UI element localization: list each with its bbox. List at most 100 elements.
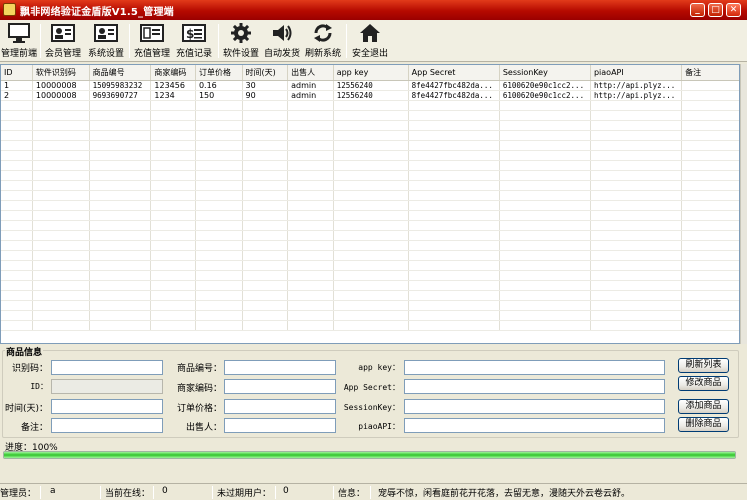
table-cell bbox=[590, 190, 683, 201]
table-cell bbox=[499, 250, 591, 261]
product-grid[interactable]: ID 软件识别码 商品编号 商家编码 订单价格 时间(天) 出售人 app ke… bbox=[0, 64, 740, 344]
toolbar-member-management-button[interactable]: 会员管理 bbox=[43, 22, 83, 60]
table-cell bbox=[499, 210, 591, 221]
table-cell: 10000008 bbox=[32, 80, 90, 91]
progress-fill bbox=[4, 452, 735, 458]
table-cell bbox=[150, 200, 196, 211]
column-header-note[interactable]: 备注 bbox=[681, 65, 739, 81]
table-cell bbox=[1, 320, 33, 331]
table-cell bbox=[408, 100, 500, 111]
table-empty-row bbox=[1, 200, 739, 211]
table-cell bbox=[681, 110, 739, 121]
table-cell bbox=[499, 240, 591, 251]
code-input[interactable] bbox=[51, 360, 163, 375]
table-cell: 150 bbox=[195, 90, 243, 101]
minimize-button[interactable]: _ bbox=[690, 3, 705, 17]
table-cell bbox=[195, 160, 243, 171]
table-cell bbox=[89, 260, 152, 271]
table-cell: admin bbox=[287, 90, 334, 101]
piao-api-input[interactable] bbox=[404, 418, 665, 433]
table-cell bbox=[590, 170, 683, 181]
table-cell bbox=[408, 110, 500, 121]
maximize-button[interactable]: □ bbox=[708, 3, 723, 17]
days-input[interactable] bbox=[51, 399, 163, 414]
table-cell bbox=[89, 320, 152, 331]
table-cell bbox=[287, 190, 334, 201]
table-empty-row bbox=[1, 120, 739, 131]
unexpired-value: 0 bbox=[283, 486, 289, 496]
price-input[interactable] bbox=[224, 399, 336, 414]
toolbar-recharge-management-button[interactable]: 充值管理 bbox=[132, 22, 172, 60]
column-header-merchant-code[interactable]: 商家编码 bbox=[150, 65, 196, 81]
column-header-software-code[interactable]: 软件识别码 bbox=[32, 65, 90, 81]
grid-vertical-scrollbar[interactable] bbox=[740, 64, 747, 344]
title-bar: 飘非网络验证金盾版V1.5_管理端 _ □ ✕ bbox=[0, 0, 747, 20]
table-cell bbox=[195, 290, 243, 301]
note-input[interactable] bbox=[51, 418, 163, 433]
table-empty-row bbox=[1, 130, 739, 141]
toolbar-auto-delivery-button[interactable]: 自动发货 bbox=[262, 22, 302, 60]
table-empty-row bbox=[1, 220, 739, 231]
table-cell bbox=[287, 290, 334, 301]
table-cell bbox=[150, 260, 196, 271]
table-empty-row bbox=[1, 290, 739, 301]
table-cell bbox=[681, 260, 739, 271]
delete-product-button[interactable]: 删除商品 bbox=[678, 417, 729, 432]
column-header-seller[interactable]: 出售人 bbox=[287, 65, 334, 81]
table-cell bbox=[408, 210, 500, 221]
column-header-session-key[interactable]: SessionKey bbox=[499, 65, 591, 81]
table-cell: 1 bbox=[1, 80, 33, 91]
table-cell bbox=[89, 120, 152, 131]
table-cell bbox=[287, 200, 334, 211]
column-header-product-no[interactable]: 商品编号 bbox=[89, 65, 152, 81]
table-cell bbox=[89, 230, 152, 241]
table-cell bbox=[89, 110, 152, 121]
merchant-code-input[interactable] bbox=[224, 379, 336, 394]
table-cell bbox=[89, 140, 152, 151]
refresh-list-button[interactable]: 刷新列表 bbox=[678, 358, 729, 373]
column-header-app-key[interactable]: app key bbox=[333, 65, 409, 81]
table-cell bbox=[333, 240, 409, 251]
table-cell bbox=[408, 140, 500, 151]
session-key-input[interactable] bbox=[404, 399, 665, 414]
table-cell bbox=[242, 190, 289, 201]
edit-product-button[interactable]: 修改商品 bbox=[678, 376, 729, 391]
table-cell bbox=[287, 220, 334, 231]
app-secret-input[interactable] bbox=[404, 379, 665, 394]
toolbar-refresh-system-button[interactable]: 刷新系统 bbox=[303, 22, 343, 60]
close-button[interactable]: ✕ bbox=[726, 3, 741, 17]
table-cell bbox=[195, 300, 243, 311]
table-cell bbox=[499, 280, 591, 291]
column-header-days[interactable]: 时间(天) bbox=[242, 65, 289, 81]
table-row[interactable]: 1 10000008 15095983232 123456 0.16 30 admin 125… bbox=[1, 80, 739, 91]
table-cell bbox=[333, 310, 409, 321]
table-cell bbox=[195, 170, 243, 181]
table-cell bbox=[590, 230, 683, 241]
app-key-input[interactable] bbox=[404, 360, 665, 375]
table-row[interactable]: 2 10000008 9693690727 1234 150 90 admin 1255624… bbox=[1, 90, 739, 101]
toolbar-management-frontend-button[interactable]: 管理前端 bbox=[0, 22, 38, 60]
add-product-button[interactable]: 添加商品 bbox=[678, 399, 729, 414]
table-cell bbox=[333, 120, 409, 131]
table-cell bbox=[333, 230, 409, 241]
table-cell bbox=[408, 160, 500, 171]
table-cell bbox=[1, 240, 33, 251]
table-cell bbox=[590, 210, 683, 221]
toolbar-recharge-records-button[interactable]: $ 充值记录 bbox=[174, 22, 214, 60]
table-cell bbox=[242, 100, 289, 111]
table-cell bbox=[32, 120, 90, 131]
product-no-input[interactable] bbox=[224, 360, 336, 375]
toolbar-system-settings-button[interactable]: 系统设置 bbox=[86, 22, 126, 60]
toolbar-software-settings-button[interactable]: 软件设置 bbox=[221, 22, 261, 60]
table-cell bbox=[150, 240, 196, 251]
seller-input[interactable] bbox=[224, 418, 336, 433]
column-header-id[interactable]: ID bbox=[1, 65, 33, 81]
table-cell bbox=[242, 270, 289, 281]
column-header-app-secret[interactable]: App Secret bbox=[408, 65, 500, 81]
column-header-price[interactable]: 订单价格 bbox=[195, 65, 243, 81]
toolbar-safe-exit-button[interactable]: 安全退出 bbox=[349, 22, 391, 60]
table-cell bbox=[32, 300, 90, 311]
table-cell bbox=[499, 100, 591, 111]
table-cell bbox=[681, 310, 739, 321]
column-header-piao-api[interactable]: piaoAPI bbox=[590, 65, 683, 81]
